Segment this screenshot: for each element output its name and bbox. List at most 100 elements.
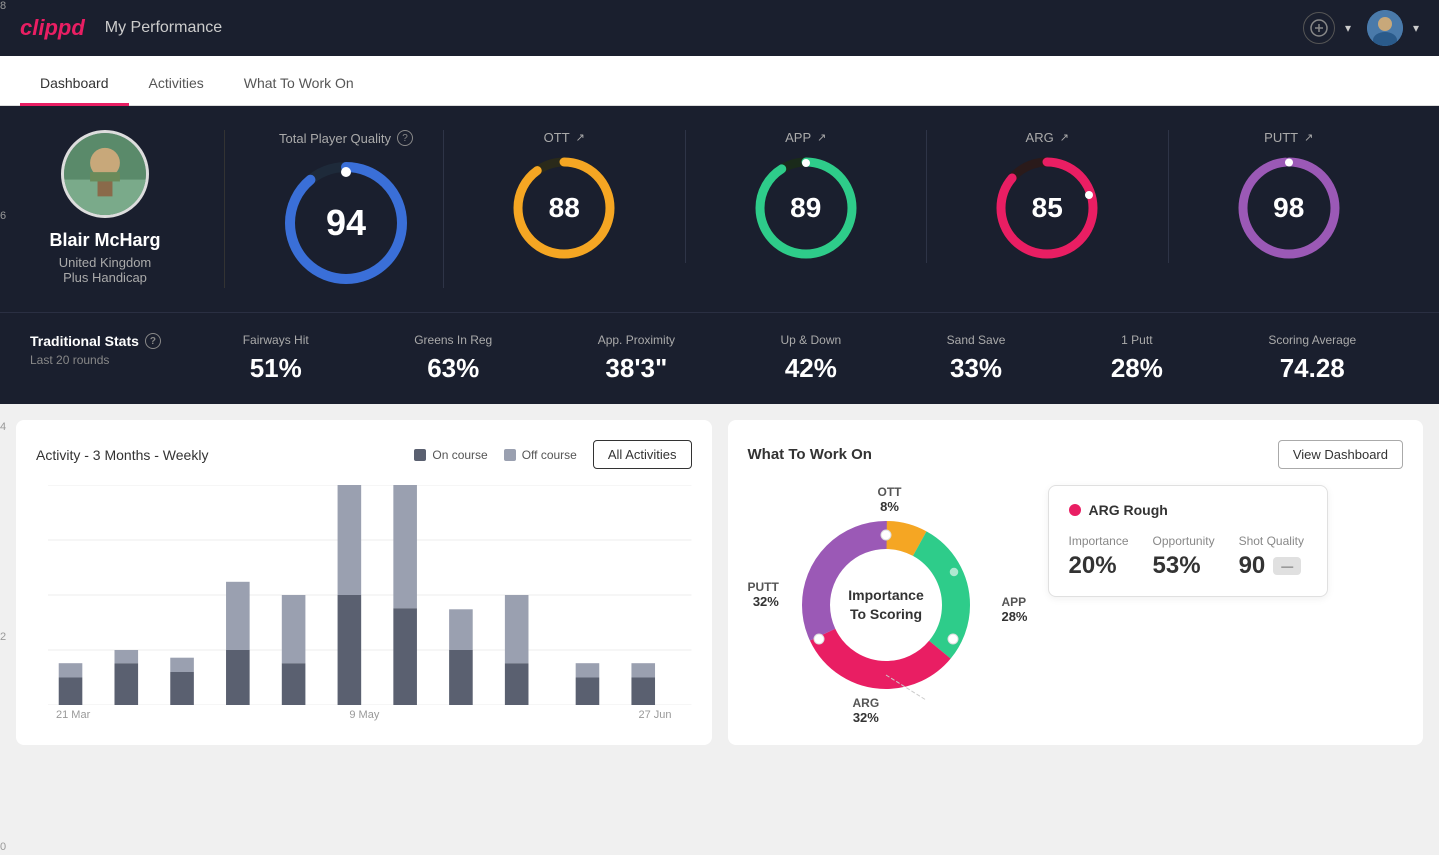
- score-label-putt: PUTT ↗: [1264, 130, 1313, 145]
- tab-bar: Dashboard Activities What To Work On: [0, 56, 1439, 106]
- legend-on-course-dot: [414, 449, 426, 461]
- svg-text:Importance: Importance: [848, 587, 924, 603]
- profile-country: United Kingdom: [59, 255, 152, 270]
- ott-value: 88: [549, 192, 580, 224]
- stats-items: Fairways Hit 51% Greens In Reg 63% App. …: [190, 333, 1409, 384]
- total-quality-value: 94: [326, 202, 366, 244]
- total-quality-help-icon[interactable]: ?: [397, 130, 413, 146]
- chart-y-axis: 02468: [0, 0, 6, 855]
- x-label-mar: 21 Mar: [56, 709, 90, 721]
- arg-value: 85: [1032, 192, 1063, 224]
- profile-avatar: [61, 130, 149, 218]
- add-chevron-icon: ▾: [1345, 21, 1351, 35]
- donut-label-putt: PUTT 32%: [748, 580, 779, 609]
- add-button[interactable]: [1303, 12, 1335, 44]
- hero-section: Blair McHarg United Kingdom Plus Handica…: [0, 106, 1439, 312]
- panel-header: What To Work On View Dashboard: [748, 440, 1404, 469]
- opportunity-label: Opportunity: [1153, 534, 1215, 548]
- x-label-may: 9 May: [349, 709, 379, 721]
- profile-section: Blair McHarg United Kingdom Plus Handica…: [30, 130, 200, 285]
- chart-title: Activity - 3 Months - Weekly: [36, 447, 208, 463]
- ott-arrow-icon: ↗: [576, 131, 585, 144]
- stat-fairways-value: 51%: [250, 353, 302, 384]
- chart-header: Activity - 3 Months - Weekly On course O…: [36, 440, 692, 469]
- stat-1putt-value: 28%: [1111, 353, 1163, 384]
- stats-bar: Traditional Stats ? Last 20 rounds Fairw…: [0, 312, 1439, 404]
- donut-svg: Importance To Scoring: [786, 505, 986, 705]
- donut-chart-area: OTT 8% APP 28% ARG 32% PUTT 32%: [748, 485, 1028, 725]
- nav-title: My Performance: [105, 19, 222, 37]
- score-card-arg: ARG ↗ 85: [927, 130, 1169, 263]
- activity-chart-panel: Activity - 3 Months - Weekly On course O…: [16, 420, 712, 745]
- bottom-panels: Activity - 3 Months - Weekly On course O…: [0, 404, 1439, 761]
- stat-app-proximity: App. Proximity 38'3": [598, 333, 675, 384]
- chart-area: 02468: [36, 485, 692, 705]
- panel-title: What To Work On: [748, 446, 872, 463]
- stat-sand-label: Sand Save: [947, 333, 1006, 347]
- total-quality-label: Total Player Quality ?: [279, 130, 413, 146]
- legend-off-course-label: Off course: [522, 448, 577, 462]
- tab-activities[interactable]: Activities: [129, 61, 224, 106]
- stat-1putt-label: 1 Putt: [1121, 333, 1152, 347]
- score-label-ott: OTT ↗: [544, 130, 585, 145]
- chart-x-axis: 21 Mar 9 May 27 Jun: [36, 709, 692, 721]
- logo: clippd: [20, 15, 85, 41]
- stat-scoring-average: Scoring Average 74.28: [1268, 333, 1356, 384]
- score-label-app: APP ↗: [785, 130, 826, 145]
- stat-scoring-value: 74.28: [1280, 353, 1345, 384]
- score-label-arg: ARG ↗: [1026, 130, 1069, 145]
- stat-greens-in-reg: Greens In Reg 63%: [414, 333, 492, 384]
- info-card-title-text: ARG Rough: [1089, 502, 1168, 518]
- stat-proximity-label: App. Proximity: [598, 333, 675, 347]
- importance-label: Importance: [1069, 534, 1129, 548]
- avatar-chevron-icon: ▾: [1413, 21, 1419, 35]
- putt-arrow-icon: ↗: [1304, 131, 1313, 144]
- putt-value: 98: [1273, 192, 1304, 224]
- profile-handicap: Plus Handicap: [63, 270, 147, 285]
- stat-greens-label: Greens In Reg: [414, 333, 492, 347]
- chart-legend: On course Off course: [414, 448, 577, 462]
- score-card-putt: PUTT ↗ 98: [1169, 130, 1410, 263]
- chart-svg: [48, 485, 692, 705]
- opportunity-value: 53%: [1153, 552, 1215, 580]
- shot-quality-badge: —: [1273, 557, 1301, 575]
- putt-ring: 98: [1234, 153, 1344, 263]
- stat-sand-save: Sand Save 33%: [947, 333, 1006, 384]
- total-quality-section: Total Player Quality ? 94: [249, 130, 444, 288]
- stat-1-putt: 1 Putt 28%: [1111, 333, 1163, 384]
- score-card-ott: OTT ↗ 88: [444, 130, 686, 263]
- info-metric-shot-quality: Shot Quality 90 —: [1239, 534, 1304, 580]
- stats-subtitle: Last 20 rounds: [30, 353, 190, 367]
- tab-dashboard[interactable]: Dashboard: [20, 61, 129, 106]
- shot-quality-value: 90: [1239, 552, 1266, 580]
- stats-help-icon[interactable]: ?: [145, 333, 161, 349]
- tab-what-to-work-on[interactable]: What To Work On: [224, 61, 374, 106]
- stat-proximity-value: 38'3": [605, 353, 667, 384]
- legend-off-course-dot: [504, 449, 516, 461]
- stats-title: Traditional Stats ?: [30, 333, 190, 349]
- app-arrow-icon: ↗: [817, 131, 826, 144]
- view-dashboard-button[interactable]: View Dashboard: [1278, 440, 1403, 469]
- legend-off-course: Off course: [504, 448, 577, 462]
- ott-ring: 88: [509, 153, 619, 263]
- stat-updown-label: Up & Down: [781, 333, 842, 347]
- app-ring: 89: [751, 153, 861, 263]
- avatar-group[interactable]: ▾: [1367, 10, 1419, 46]
- legend-on-course-label: On course: [432, 448, 487, 462]
- all-activities-button[interactable]: All Activities: [593, 440, 692, 469]
- importance-value: 20%: [1069, 552, 1129, 580]
- scores-section: OTT ↗ 88 APP ↗: [444, 130, 1409, 263]
- shot-quality-label: Shot Quality: [1239, 534, 1304, 548]
- avatar: [1367, 10, 1403, 46]
- stat-up-down: Up & Down 42%: [781, 333, 842, 384]
- add-button-group[interactable]: ▾: [1303, 12, 1351, 44]
- donut-label-app: APP 28%: [1001, 595, 1027, 624]
- arg-arrow-icon: ↗: [1060, 131, 1069, 144]
- stat-fairways-hit: Fairways Hit 51%: [243, 333, 309, 384]
- arg-ring: 85: [992, 153, 1102, 263]
- divider-vertical: [224, 130, 225, 288]
- profile-name: Blair McHarg: [49, 230, 160, 251]
- donut-section: OTT 8% APP 28% ARG 32% PUTT 32%: [748, 485, 1404, 725]
- total-quality-ring: 94: [281, 158, 411, 288]
- legend-on-course: On course: [414, 448, 487, 462]
